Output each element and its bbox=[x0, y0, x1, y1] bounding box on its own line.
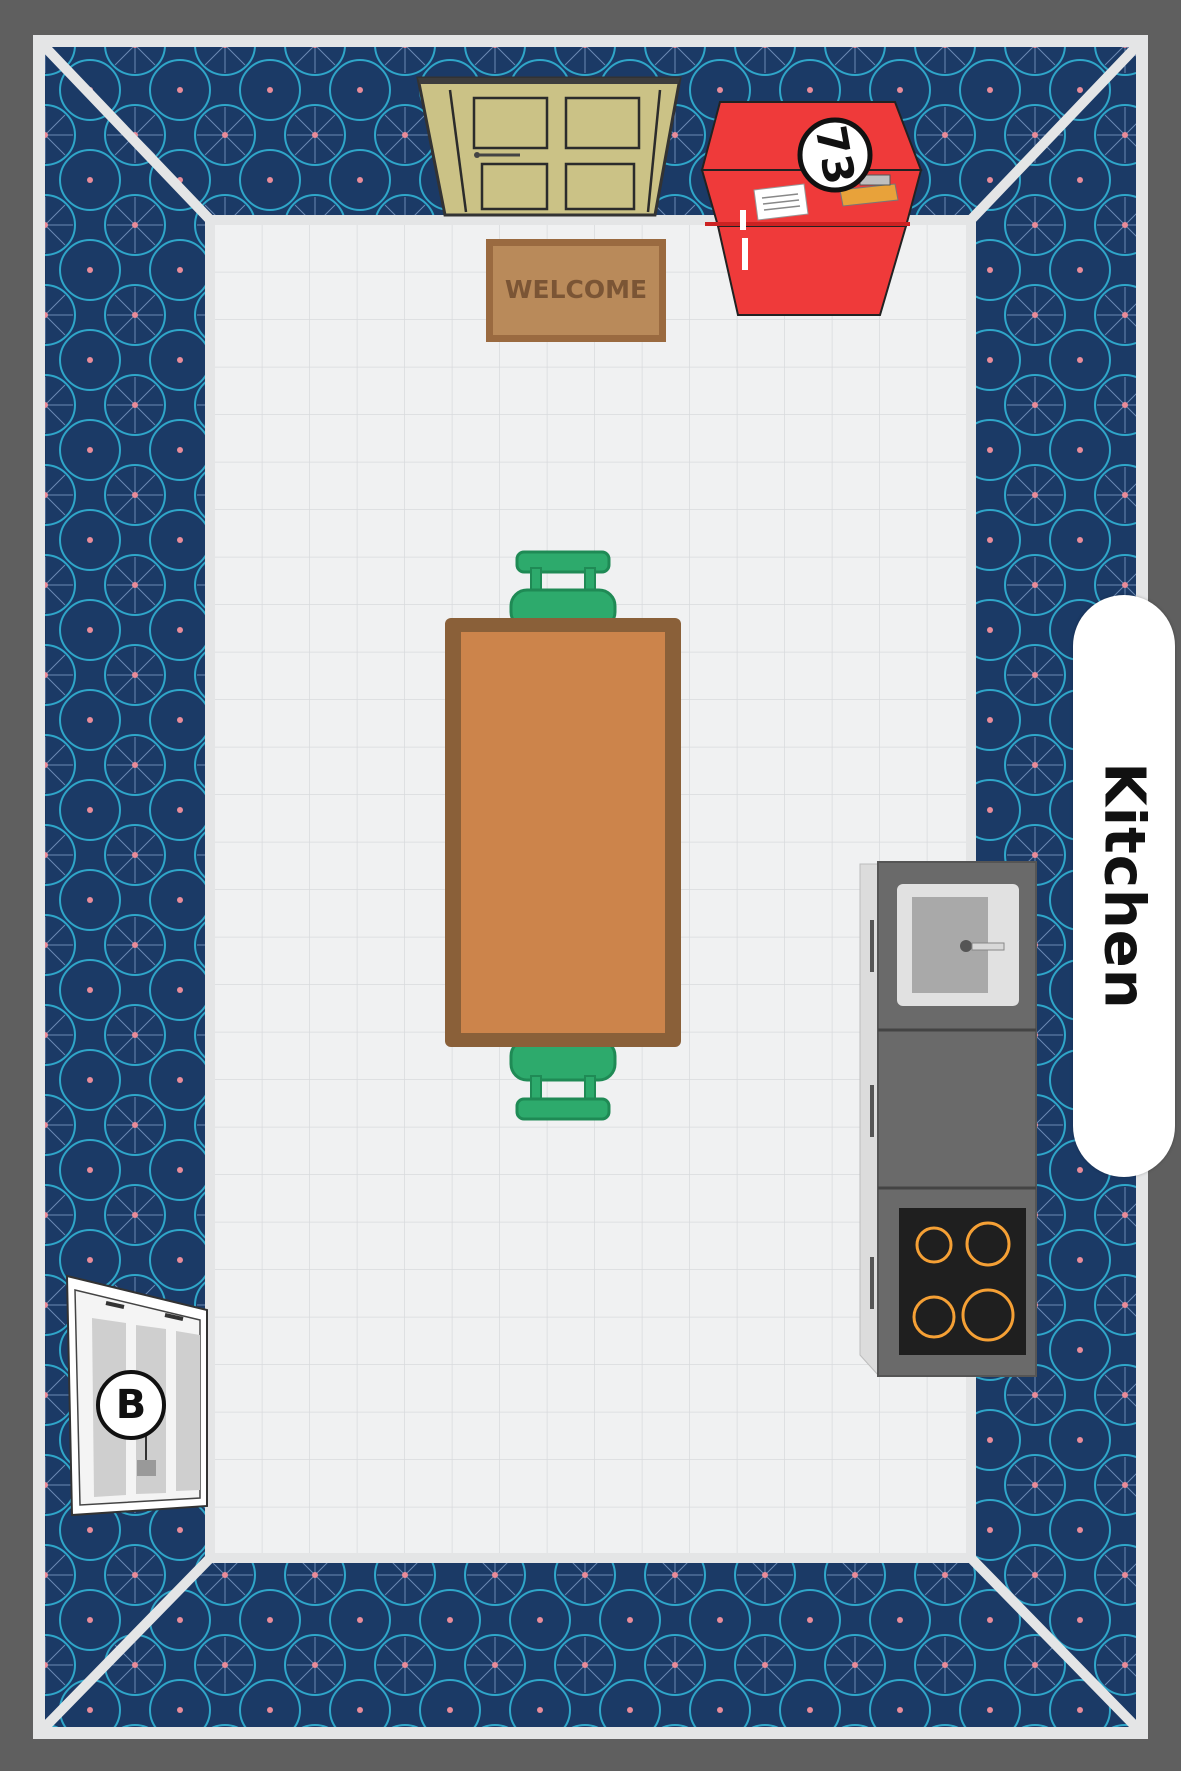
room-name-label: Kitchen bbox=[1091, 762, 1157, 1010]
door[interactable] bbox=[416, 76, 682, 217]
hotspot-letter: B bbox=[116, 1382, 147, 1428]
fridge-number: 73 bbox=[806, 122, 864, 188]
sink[interactable] bbox=[897, 884, 1019, 1006]
wall-board[interactable]: B bbox=[65, 1274, 208, 1517]
room-name-tab: Kitchen bbox=[1073, 595, 1175, 1177]
hotspot-b-badge[interactable]: B bbox=[96, 1370, 166, 1440]
kitchen-room-scene: WELCOME 73 B bbox=[33, 35, 1148, 1739]
chair-bottom[interactable] bbox=[509, 1038, 617, 1121]
chair-top[interactable] bbox=[509, 550, 617, 630]
fridge[interactable]: 73 bbox=[700, 101, 923, 316]
kitchen-counter[interactable] bbox=[859, 861, 1037, 1377]
welcome-mat[interactable]: WELCOME bbox=[486, 239, 666, 342]
dining-table[interactable] bbox=[445, 618, 681, 1047]
welcome-mat-text: WELCOME bbox=[505, 275, 647, 304]
dining-set[interactable] bbox=[445, 550, 681, 1121]
fridge-number-badge[interactable]: 73 bbox=[797, 117, 873, 193]
stovetop[interactable] bbox=[899, 1208, 1026, 1355]
